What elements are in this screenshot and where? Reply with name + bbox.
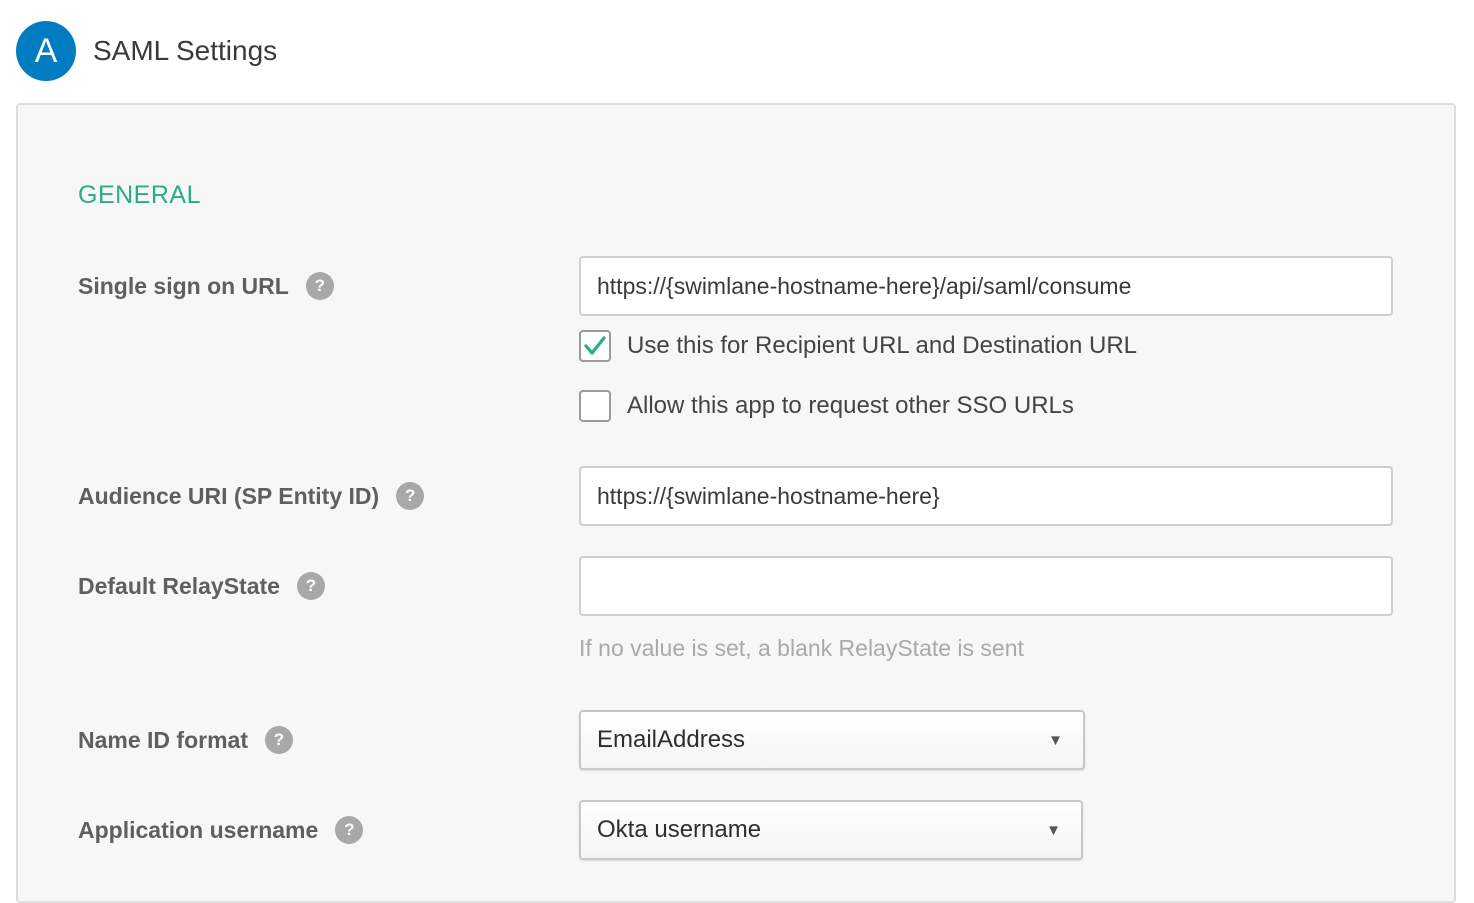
recipient-url-label: Use this for Recipient URL and Destinati… <box>627 332 1138 359</box>
name-id-format-label: Name ID format ? <box>78 725 293 755</box>
relay-state-label-text: Default RelayState <box>78 572 280 599</box>
other-sso-label: Allow this app to request other SSO URLs <box>627 392 1074 419</box>
help-icon[interactable]: ? <box>396 482 425 510</box>
other-sso-checkbox[interactable] <box>579 390 611 422</box>
sso-url-input[interactable] <box>579 256 1393 316</box>
help-icon[interactable]: ? <box>264 726 293 754</box>
chevron-down-icon: ▼ <box>1046 821 1061 839</box>
relay-state-label: Default RelayState ? <box>78 571 325 601</box>
name-id-format-select[interactable]: EmailAddress ▼ <box>579 710 1085 770</box>
audience-uri-label: Audience URI (SP Entity ID) ? <box>78 481 425 511</box>
sso-url-label-text: Single sign on URL <box>78 272 289 299</box>
app-username-select[interactable]: Okta username ▼ <box>579 800 1083 860</box>
saml-settings-panel: GENERAL Single sign on URL ? Use this fo… <box>16 103 1456 903</box>
checkmark-icon <box>584 336 606 355</box>
name-id-format-label-text: Name ID format <box>78 726 248 753</box>
audience-uri-label-text: Audience URI (SP Entity ID) <box>78 482 380 509</box>
app-username-value: Okta username <box>597 816 762 843</box>
sso-url-label: Single sign on URL ? <box>78 271 334 301</box>
relay-state-hint: If no value is set, a blank RelayState i… <box>579 635 1024 661</box>
help-icon[interactable]: ? <box>335 816 364 844</box>
audience-uri-input[interactable] <box>579 466 1393 526</box>
page-title: SAML Settings <box>93 35 278 66</box>
recipient-url-checkbox[interactable] <box>579 330 611 362</box>
other-sso-option[interactable]: Allow this app to request other SSO URLs <box>579 389 1074 423</box>
page-header: A SAML Settings <box>16 20 277 82</box>
app-username-label: Application username ? <box>78 815 364 845</box>
chevron-down-icon: ▼ <box>1048 731 1063 749</box>
recipient-url-option[interactable]: Use this for Recipient URL and Destinati… <box>579 329 1137 363</box>
step-badge: A <box>16 21 76 81</box>
help-icon[interactable]: ? <box>296 572 325 600</box>
app-username-label-text: Application username <box>78 816 319 843</box>
section-title-general: GENERAL <box>78 181 201 209</box>
relay-state-input[interactable] <box>579 556 1393 616</box>
help-icon[interactable]: ? <box>305 272 334 300</box>
name-id-format-value: EmailAddress <box>597 726 746 753</box>
